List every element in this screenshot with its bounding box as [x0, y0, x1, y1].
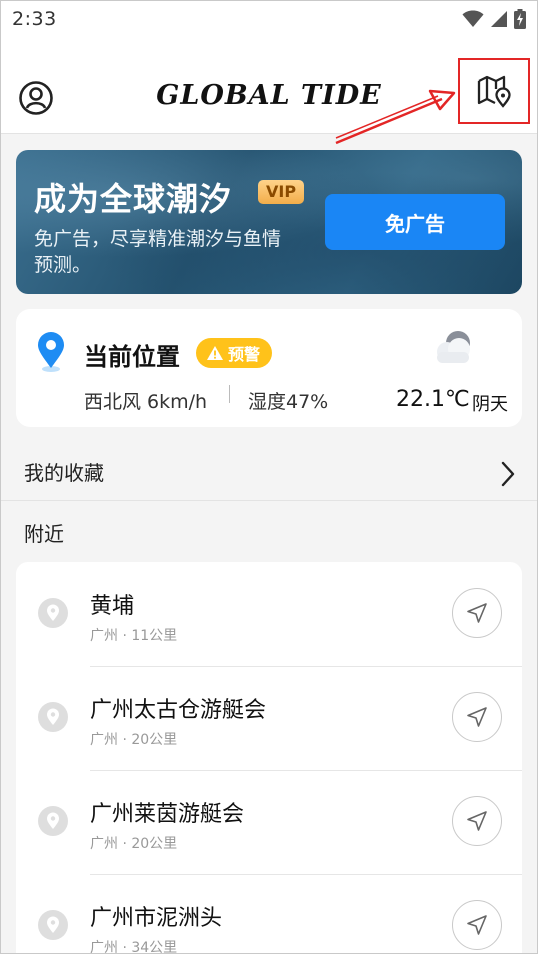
wind-info: 西北风 6km/h	[84, 391, 208, 413]
place-pin-icon	[38, 702, 68, 732]
current-location-title: 当前位置	[84, 343, 180, 371]
wifi-icon	[462, 10, 484, 27]
annotation-arrow	[335, 89, 456, 145]
navigate-button[interactable]	[452, 796, 502, 846]
navigate-button[interactable]	[452, 692, 502, 742]
map-location-icon	[477, 75, 511, 108]
place-pin-icon	[38, 806, 68, 836]
battery-charging-icon	[514, 9, 526, 29]
place-pin-icon	[38, 598, 68, 628]
status-bar: 2:33	[0, 0, 538, 38]
nearby-place-item[interactable]: 黄埔 广州 · 11公里	[16, 562, 522, 666]
status-icons	[462, 9, 526, 29]
nearby-place-item[interactable]: 广州莱茵游艇会 广州 · 20公里	[16, 770, 522, 874]
navigation-arrow-icon	[467, 915, 487, 935]
vip-badge: VIP	[258, 180, 305, 204]
navigation-arrow-icon	[467, 707, 487, 727]
navigate-button[interactable]	[452, 900, 502, 950]
temperature: 22.1℃	[396, 387, 470, 412]
favorites-row[interactable]: 我的收藏	[0, 443, 538, 501]
status-time: 2:33	[12, 8, 57, 30]
navigate-button[interactable]	[452, 588, 502, 638]
location-pin-icon	[38, 332, 64, 372]
place-name: 黄埔	[90, 594, 135, 619]
place-name: 广州太古仓游艇会	[90, 698, 267, 723]
navigation-arrow-icon	[467, 603, 487, 623]
place-pin-icon	[38, 910, 68, 940]
cloudy-icon	[437, 331, 470, 363]
vip-banner[interactable]: 成为全球潮汐 VIP 免广告，尽享精准潮汐与鱼情预测。 免广告	[16, 150, 522, 294]
vip-title: 成为全球潮汐	[34, 180, 233, 218]
signal-icon	[491, 11, 507, 27]
place-distance: 广州 · 34公里	[90, 940, 178, 954]
nearby-place-item[interactable]: 广州太古仓游艇会 广州 · 20公里	[16, 666, 522, 770]
place-distance: 广州 · 20公里	[90, 732, 178, 748]
current-location-card[interactable]: 当前位置 预警 西北风 6km/h 湿度47% 22.1℃ 阴天	[16, 309, 522, 427]
map-location-button[interactable]	[458, 58, 530, 124]
humidity-info: 湿度47%	[248, 391, 329, 413]
warning-badge[interactable]: 预警	[196, 338, 273, 368]
chevron-right-icon	[501, 461, 515, 487]
nearby-place-item[interactable]: 广州市泥洲头 广州 · 34公里	[16, 874, 522, 954]
place-name: 广州莱茵游艇会	[90, 802, 245, 827]
warning-icon	[207, 346, 223, 360]
place-distance: 广州 · 11公里	[90, 628, 178, 644]
warning-label: 预警	[228, 345, 261, 364]
divider	[229, 385, 230, 403]
nearby-list: 黄埔 广州 · 11公里 广州太古仓游艇会 广州 · 20公里 广州莱茵游艇会 …	[16, 562, 522, 954]
no-ads-button[interactable]: 免广告	[325, 194, 505, 250]
weather-condition: 阴天	[472, 394, 508, 415]
navigation-arrow-icon	[467, 811, 487, 831]
nearby-section-title: 附近	[24, 522, 64, 546]
place-distance: 广州 · 20公里	[90, 836, 178, 852]
place-name: 广州市泥洲头	[90, 906, 223, 931]
vip-description: 免广告，尽享精准潮汐与鱼情预测。	[34, 228, 282, 276]
favorites-label: 我的收藏	[24, 461, 104, 485]
